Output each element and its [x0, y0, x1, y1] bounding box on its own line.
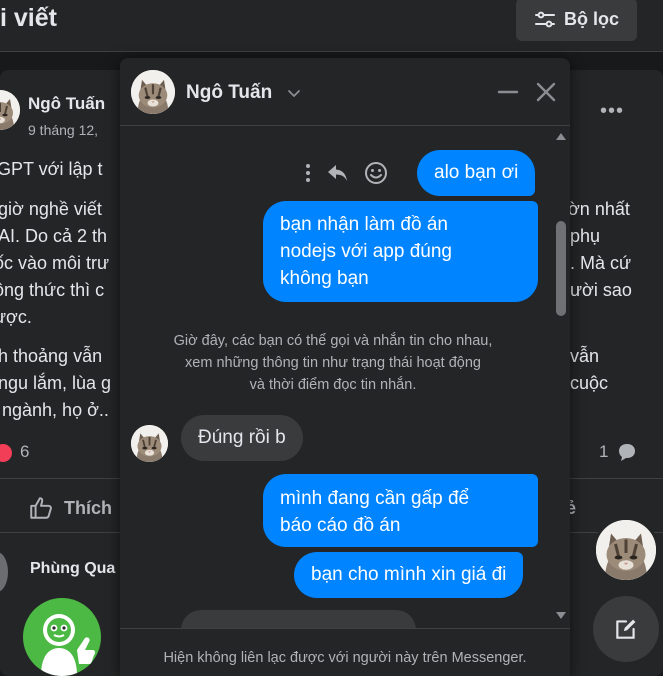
post-text-line: ốc vào môi trư	[0, 253, 110, 273]
more-vertical-icon[interactable]	[304, 163, 312, 183]
more-dots-icon[interactable]: •••	[600, 100, 624, 123]
chat-footer-notice: Hiện không liên lạc được với người này t…	[120, 628, 570, 676]
incoming-message-partial[interactable]	[181, 610, 416, 630]
message-line: không bạn	[280, 268, 369, 289]
outgoing-message[interactable]: mình đang cần gấp để báo cáo đồ án	[263, 474, 538, 547]
scroll-down-arrow-icon[interactable]	[554, 610, 568, 622]
commenter-name[interactable]: Phùng Qua	[30, 560, 115, 578]
message-actions	[304, 161, 388, 185]
system-notice-line: xem những thông tin như trạng thái hoạt …	[185, 355, 481, 371]
outgoing-message[interactable]: bạn nhận làm đồ án nodejs với app đúng k…	[263, 201, 538, 302]
post-text-line: AI. Do cả 2 th	[0, 226, 108, 246]
close-icon[interactable]	[534, 80, 558, 104]
contact-avatar[interactable]	[131, 70, 175, 114]
post-date[interactable]: 9 tháng 12,	[28, 122, 98, 138]
page-heading: i viết	[0, 4, 57, 32]
message-line: mình đang cần gấp để	[280, 488, 470, 509]
new-message-button[interactable]	[593, 596, 659, 662]
sender-avatar[interactable]	[131, 425, 168, 462]
like-label: Thích	[64, 497, 112, 518]
compose-icon	[616, 619, 636, 639]
contact-name[interactable]: Ngô Tuấn	[186, 82, 272, 104]
post-text-line: ờn nhất	[568, 199, 630, 219]
scroll-up-arrow-icon[interactable]	[554, 130, 568, 142]
chevron-down-icon[interactable]	[286, 85, 302, 101]
comment-count[interactable]: 1	[599, 442, 608, 462]
floating-chat-head-avatar[interactable]	[593, 517, 659, 583]
post-text-line: phụ	[570, 226, 601, 246]
comment-icon	[619, 444, 635, 461]
sliders-icon	[534, 11, 555, 27]
post-author-avatar[interactable]	[0, 90, 20, 130]
message-line: bạn nhận làm đồ án	[280, 214, 448, 235]
system-notice-line: Giờ đây, các bạn có thể gọi và nhắn tin …	[173, 333, 493, 349]
system-notice-line: và thời điểm đọc tin nhắn.	[249, 377, 417, 393]
message-line: báo cáo đồ án	[280, 515, 401, 536]
post-text-line: ngu lắm, lùa g	[0, 373, 112, 393]
green-mascot-logo	[23, 598, 101, 676]
message-line: nodejs với app đúng	[280, 241, 452, 262]
chat-header[interactable]: Ngô Tuấn	[120, 58, 570, 126]
scrollbar-thumb[interactable]	[556, 221, 566, 316]
post-text-line: ông thức thì c	[0, 280, 105, 300]
like-thumb-icon	[30, 497, 52, 519]
post-author-name[interactable]: Ngô Tuấn	[28, 94, 105, 114]
chat-window: Ngô Tuấn alo bạn ơi bạn nhận làm đồ án n…	[120, 58, 570, 676]
heart-icon	[0, 444, 12, 462]
post-text-line: h thoảng vẫn	[0, 346, 103, 366]
outgoing-message[interactable]: bạn cho mình xin giá đi	[294, 552, 524, 598]
reaction-count[interactable]: 6	[20, 442, 29, 462]
emoji-icon[interactable]	[364, 161, 388, 185]
post-text-line: ười sao	[570, 280, 632, 300]
commenter-avatar[interactable]	[0, 552, 8, 592]
filter-label: Bộ lọc	[563, 9, 619, 29]
post-text-line: tGPT với lập t	[0, 159, 103, 179]
post-text-line: giờ nghề viết	[0, 199, 102, 219]
minimize-icon[interactable]	[496, 80, 520, 104]
filter-button[interactable]: Bộ lọc	[516, 0, 637, 41]
reply-icon[interactable]	[326, 162, 350, 184]
post-text-line: cuộc	[570, 373, 609, 393]
outgoing-message[interactable]: alo bạn ơi	[417, 150, 536, 196]
like-button[interactable]: Thích	[28, 495, 112, 521]
post-text-line: ược.	[0, 307, 32, 327]
incoming-message[interactable]: Đúng rồi b	[181, 415, 303, 461]
post-text-line: ngành, họ ở..	[2, 400, 109, 420]
top-bar: i viết Bộ lọc	[0, 0, 663, 52]
system-notice: Giờ đây, các bạn có thể gọi và nhắn tin …	[144, 330, 522, 396]
post-text-line: . Mà cứ	[570, 253, 632, 273]
post-text-line: vẫn	[570, 346, 600, 366]
